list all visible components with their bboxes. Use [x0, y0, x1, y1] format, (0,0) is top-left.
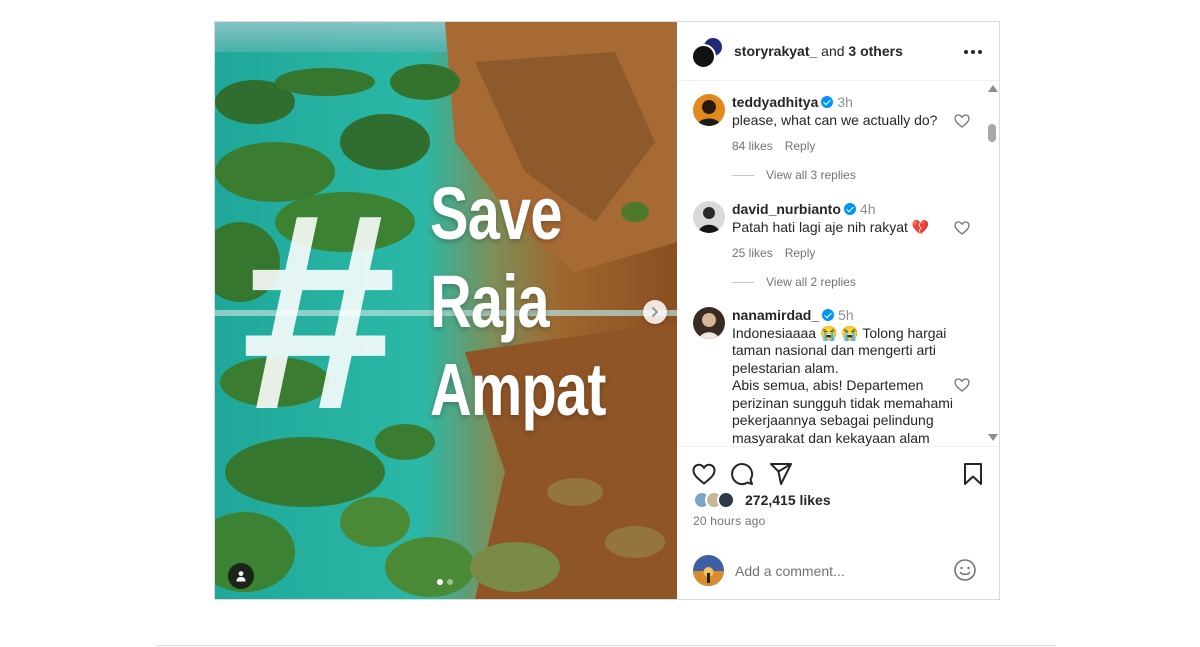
- comment-icon[interactable]: [729, 461, 755, 487]
- heart-icon[interactable]: [954, 221, 970, 235]
- post-header: storyrakyat_ and 3 others: [677, 22, 999, 81]
- comments-list[interactable]: teddyadhitya 3h please, what can we actua…: [677, 82, 999, 446]
- carousel-indicator: [437, 579, 453, 585]
- tag-user-icon: [236, 571, 246, 582]
- comment-text-line: Abis semua, abis! Departemen: [732, 377, 924, 393]
- add-comment-bar: [677, 544, 999, 599]
- post-image[interactable]: # Save Raja Ampat: [215, 22, 677, 599]
- comment-time: 5h: [838, 307, 854, 323]
- comment-text-line: taman nasional dan mengerti arti: [732, 342, 936, 358]
- likes-count[interactable]: 272,415 likes: [745, 492, 831, 508]
- overlay-word-save: Save: [430, 172, 562, 255]
- overlay-word-raja: Raja: [430, 260, 550, 343]
- tagged-users-button[interactable]: [228, 563, 254, 589]
- bookmark-icon[interactable]: [960, 461, 986, 487]
- avatar: [691, 44, 716, 69]
- post-timestamp[interactable]: 20 hours ago: [693, 514, 765, 528]
- overlay-word-ampat: Ampat: [430, 348, 606, 431]
- avatar: [717, 491, 735, 509]
- heart-icon[interactable]: [954, 378, 970, 392]
- comments-scrollbar[interactable]: [985, 82, 999, 446]
- post-authors: storyrakyat_ and 3 others: [734, 43, 903, 59]
- comment-text-line: perizinan sungguh tidak memahami: [732, 394, 954, 411]
- comment-username[interactable]: david_nurbianto: [732, 201, 841, 217]
- comment-likes[interactable]: 25 likes: [732, 246, 773, 260]
- verified-badge-icon: [822, 309, 835, 321]
- hashtag-symbol: #: [241, 156, 397, 468]
- collab-avatars[interactable]: [691, 36, 725, 70]
- heart-icon[interactable]: [691, 461, 717, 487]
- authors-others[interactable]: 3 others: [848, 43, 902, 59]
- reply-button[interactable]: Reply: [785, 246, 816, 260]
- carousel-dot-1: [437, 579, 443, 585]
- comment-text: Patah hati lagi aje nih rakyat 💔: [732, 218, 930, 235]
- comment-username[interactable]: nanamirdad_: [732, 307, 819, 323]
- authors-and: and: [817, 43, 849, 59]
- action-bar: [677, 446, 999, 496]
- comment-time: 3h: [837, 94, 853, 110]
- comment-text-line: masyarakat dan kekayaan alam kita.: [732, 429, 930, 446]
- scroll-down-arrow-icon[interactable]: [988, 434, 998, 441]
- comment-username[interactable]: teddyadhitya: [732, 94, 818, 110]
- reply-button[interactable]: Reply: [785, 139, 816, 153]
- verified-badge-icon: [821, 96, 834, 108]
- view-replies-button[interactable]: View all 2 replies: [732, 275, 856, 289]
- more-icon: [964, 50, 968, 54]
- image-overlay: # Save Raja Ampat: [215, 22, 677, 599]
- comment-likes[interactable]: 84 likes: [732, 139, 773, 153]
- instagram-post: # Save Raja Ampat storyrakyat_ and 3 oth…: [214, 21, 1000, 600]
- add-comment-input[interactable]: [735, 560, 935, 582]
- emoji-icon[interactable]: [953, 558, 977, 582]
- avatar[interactable]: [693, 201, 725, 233]
- chevron-right-icon: [652, 307, 658, 317]
- avatar: [693, 555, 724, 586]
- comment-text-line: pelestarian alam.: [732, 359, 839, 376]
- heart-icon[interactable]: [954, 114, 970, 128]
- more-options-button[interactable]: [963, 42, 983, 62]
- scroll-up-arrow-icon[interactable]: [988, 85, 998, 92]
- view-replies-button[interactable]: View all 3 replies: [732, 168, 856, 182]
- comment-item: david_nurbianto 4h Patah hati lagi aje ni…: [693, 201, 983, 281]
- comment-item: teddyadhitya 3h please, what can we actua…: [693, 94, 983, 174]
- overlay-words: Save Raja Ampat: [430, 170, 655, 434]
- avatar[interactable]: [693, 94, 725, 126]
- comment-item: nanamirdad_ 5h Indonesiaaaa 😭 😭 Tolong ha…: [693, 307, 983, 446]
- post-side-panel: storyrakyat_ and 3 others teddyadhitya 3h…: [677, 22, 999, 599]
- carousel-dot-2: [447, 579, 453, 585]
- comment-text-line: Indonesiaaaa 😭 😭 Tolong hargai: [732, 324, 947, 341]
- author-username[interactable]: storyrakyat_: [734, 43, 817, 59]
- carousel-next-button[interactable]: [643, 300, 667, 324]
- share-icon[interactable]: [768, 461, 794, 487]
- scrollbar-thumb[interactable]: [988, 124, 996, 142]
- avatar[interactable]: [693, 307, 725, 339]
- comment-time: 4h: [859, 201, 876, 217]
- comment-text-line: pekerjaannya sebagai pelindung: [732, 412, 934, 428]
- divider: [156, 645, 1056, 646]
- comment-text: please, what can we actually do?: [732, 111, 938, 128]
- verified-badge-icon: [843, 203, 856, 215]
